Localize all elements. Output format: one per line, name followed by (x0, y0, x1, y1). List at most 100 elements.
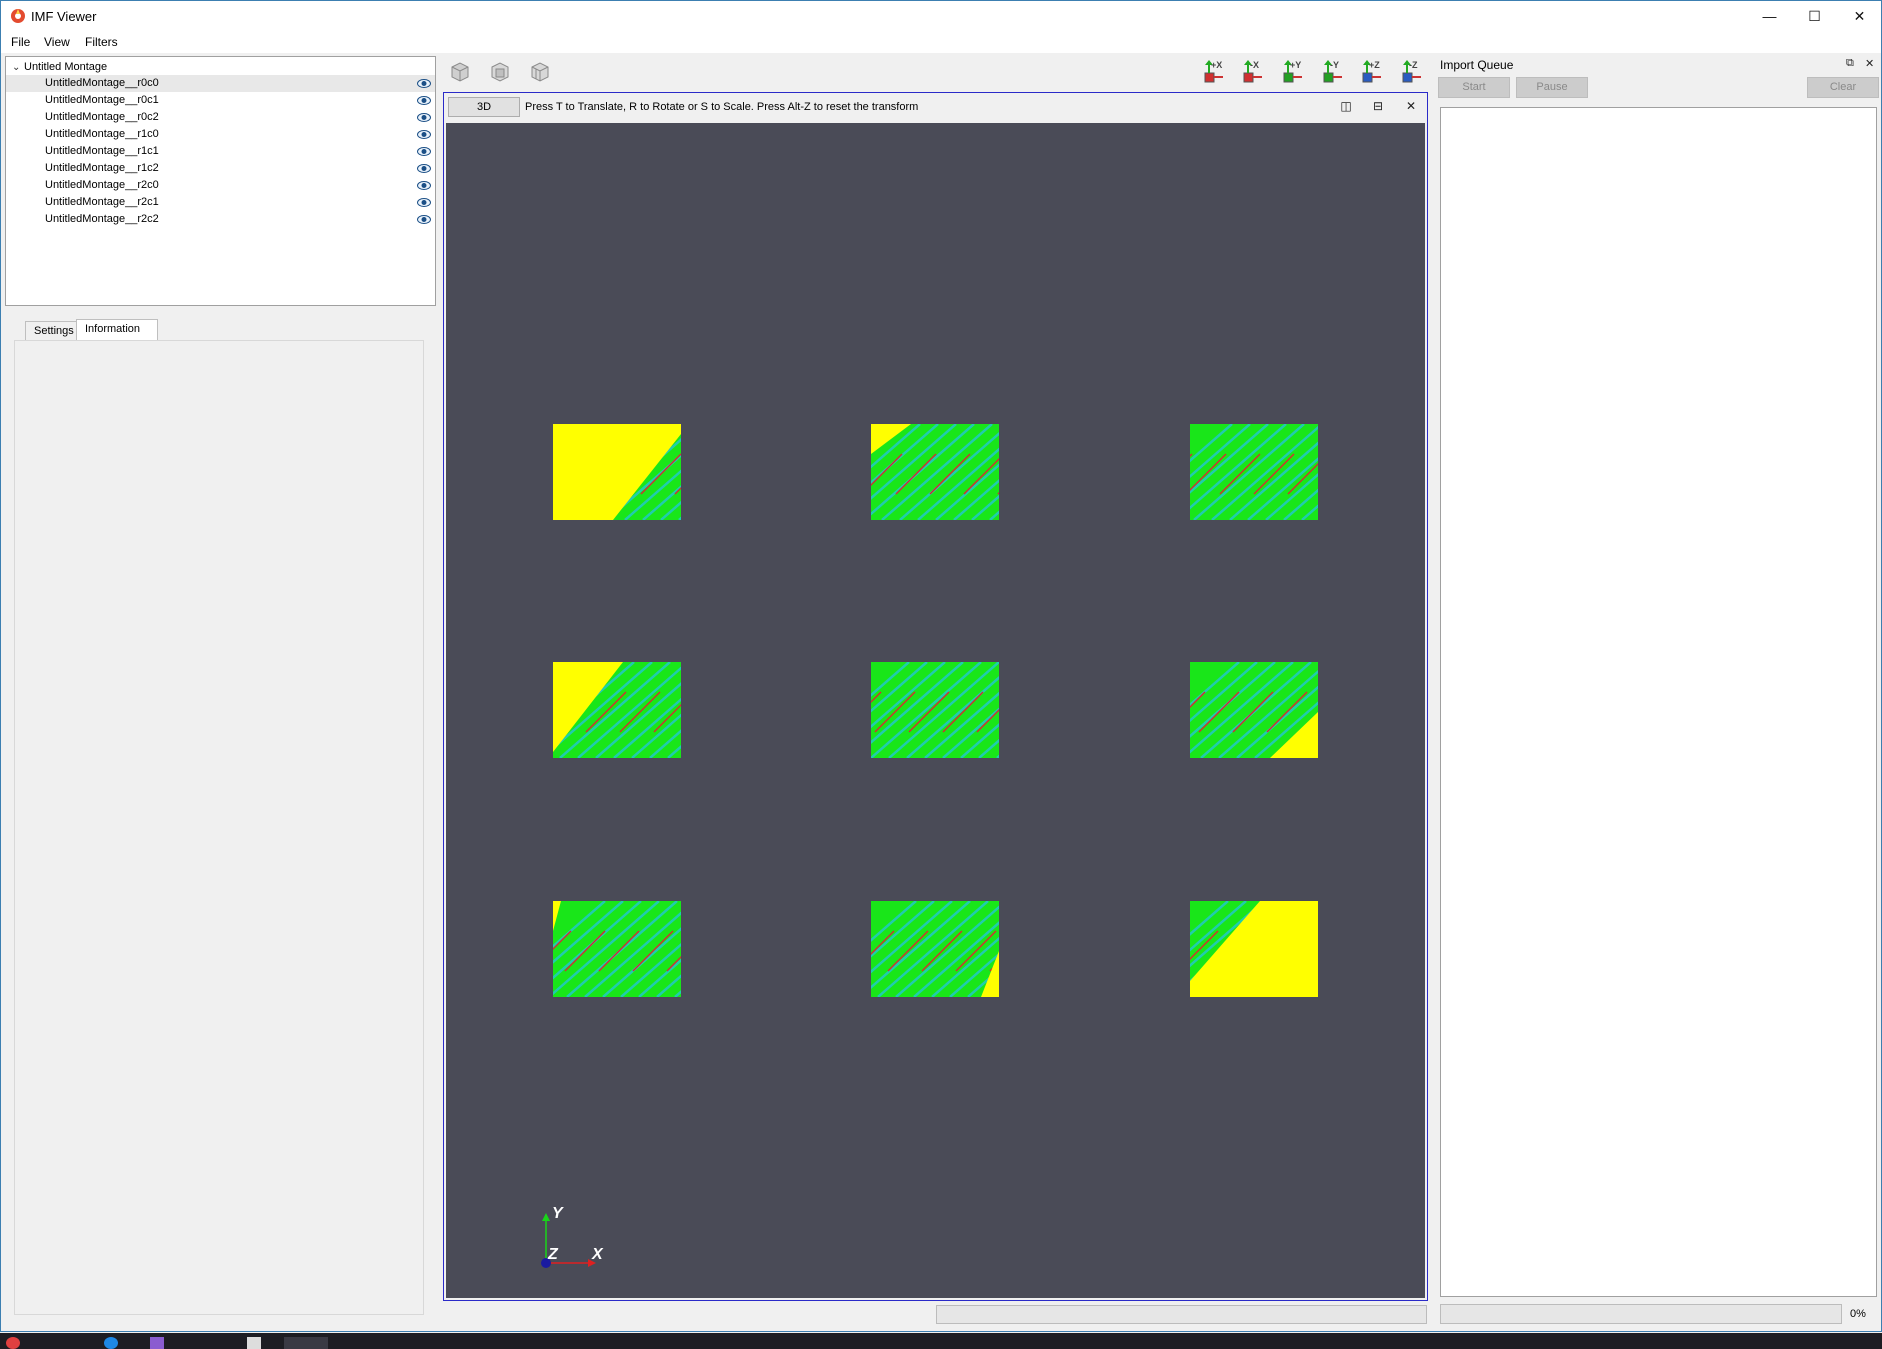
minimize-button[interactable]: — (1747, 1, 1792, 31)
render-viewport: 3D Press T to Translate, R to Rotate or … (443, 92, 1428, 1301)
axis-button-minus-y[interactable]: -Y (1316, 59, 1346, 85)
tree-item[interactable]: UntitledMontage__r2c2 (6, 211, 435, 228)
taskbar-active-app-icon[interactable] (284, 1337, 328, 1349)
tree-item-label: UntitledMontage__r0c1 (45, 94, 159, 106)
menu-view[interactable]: View (44, 35, 70, 49)
visibility-eye-icon[interactable] (417, 146, 431, 157)
tree-item-label: UntitledMontage__r2c2 (45, 213, 159, 225)
viewport-header: 3D Press T to Translate, R to Rotate or … (444, 93, 1427, 121)
tree-item-list: UntitledMontage__r0c0 UntitledMontage__r0… (6, 75, 435, 228)
start-button[interactable]: Start (1438, 77, 1510, 98)
orientation-axes-icon (541, 1213, 596, 1268)
tree-item-label: UntitledMontage__r1c2 (45, 162, 159, 174)
tree-item[interactable]: UntitledMontage__r0c0 (6, 75, 435, 92)
information-panel (14, 340, 424, 1315)
tree-root-montage[interactable]: ⌄ Untitled Montage (12, 59, 107, 75)
maximize-button[interactable]: ☐ (1792, 1, 1837, 31)
chevron-down-icon[interactable]: ⌄ (12, 62, 24, 73)
os-taskbar (0, 1333, 1882, 1349)
visibility-eye-icon[interactable] (417, 163, 431, 174)
transform-hint: Press T to Translate, R to Rotate or S t… (525, 101, 919, 113)
menu-filters[interactable]: Filters (85, 35, 118, 49)
cube-view-icon[interactable] (448, 61, 472, 83)
taskbar-notepad-icon[interactable] (247, 1337, 261, 1349)
taskbar-app-icon[interactable] (6, 1337, 20, 1349)
tree-item[interactable]: UntitledMontage__r1c1 (6, 143, 435, 160)
tree-item-label: UntitledMontage__r0c2 (45, 111, 159, 123)
axis-x-label: X (592, 1246, 603, 1263)
dataset-tree[interactable]: ⌄ Untitled Montage UntitledMontage__r0c0… (5, 56, 436, 306)
montage-tile-r1c0[interactable] (553, 662, 681, 758)
axis-button-label: +Y (1290, 60, 1302, 70)
split-vertical-icon[interactable]: ◫ (1339, 99, 1353, 113)
tab-settings-label: Settings (34, 325, 74, 337)
tree-item[interactable]: UntitledMontage__r1c2 (6, 160, 435, 177)
tree-item[interactable]: UntitledMontage__r0c2 (6, 109, 435, 126)
viewport-progress-bar (936, 1305, 1427, 1324)
import-progress-bar (1440, 1304, 1842, 1324)
taskbar-vs-icon[interactable] (150, 1337, 164, 1349)
axis-z-label: Z (548, 1246, 558, 1263)
visibility-eye-icon[interactable] (417, 214, 431, 225)
menu-bar: File View Filters (1, 31, 1881, 53)
montage-tile-r2c2[interactable] (1190, 901, 1318, 997)
tree-item[interactable]: UntitledMontage__r0c1 (6, 92, 435, 109)
montage-tile-r2c0[interactable] (553, 901, 681, 997)
menu-file[interactable]: File (11, 35, 30, 49)
axis-button-plusminus-y[interactable]: +Y (1276, 59, 1306, 85)
tree-item[interactable]: UntitledMontage__r2c0 (6, 177, 435, 194)
axis-button-label: -Z (1409, 60, 1418, 70)
axis-button-label: -Y (1330, 60, 1339, 70)
close-button[interactable]: ✕ (1837, 1, 1882, 31)
visibility-eye-icon[interactable] (417, 180, 431, 191)
taskbar-browser-icon[interactable] (104, 1337, 118, 1349)
montage-tile-r0c2[interactable] (1190, 424, 1318, 520)
axis-button-plusminus-z[interactable]: +Z (1355, 59, 1385, 85)
tree-item-label: UntitledMontage__r2c1 (45, 196, 159, 208)
close-panel-icon[interactable]: ✕ (1865, 57, 1874, 70)
minimize-icon: — (1762, 8, 1777, 24)
pause-button[interactable]: Pause (1516, 77, 1588, 98)
import-queue-list[interactable] (1440, 107, 1877, 1297)
float-panel-icon[interactable]: ⧉ (1846, 57, 1854, 70)
split-horizontal-icon[interactable]: ⊟ (1371, 99, 1385, 113)
tree-item[interactable]: UntitledMontage__r2c1 (6, 194, 435, 211)
montage-tile-r1c2[interactable] (1190, 662, 1318, 758)
axis-button-label: +Z (1369, 60, 1380, 70)
close-viewport-icon[interactable]: ✕ (1404, 99, 1418, 113)
montage-tile-r2c1[interactable] (871, 901, 999, 997)
app-logo-icon (11, 9, 25, 23)
tree-item[interactable]: UntitledMontage__r1c0 (6, 126, 435, 143)
title-bar: IMF Viewer — ☐ ✕ (1, 1, 1881, 31)
import-queue-title: Import Queue (1440, 58, 1514, 72)
window-title: IMF Viewer (31, 9, 97, 24)
cube-iso-icon[interactable] (528, 61, 552, 83)
visibility-eye-icon[interactable] (417, 129, 431, 140)
axis-button-label: -X (1250, 60, 1259, 70)
orientation-axes: Y X Z (536, 1203, 616, 1283)
visibility-eye-icon[interactable] (417, 112, 431, 123)
tab-information[interactable]: Information (76, 319, 158, 341)
view-mode-3d-button[interactable]: 3D (448, 97, 520, 117)
clear-button[interactable]: Clear (1807, 77, 1879, 98)
render-canvas[interactable]: Y X Z (446, 123, 1425, 1298)
montage-tile-r0c1[interactable] (871, 424, 999, 520)
tree-item-label: UntitledMontage__r2c0 (45, 179, 159, 191)
montage-tile-r0c0[interactable] (553, 424, 681, 520)
tree-item-label: UntitledMontage__r1c0 (45, 128, 159, 140)
tree-root-label: Untitled Montage (24, 61, 108, 73)
tree-item-label: UntitledMontage__r1c1 (45, 145, 159, 157)
maximize-icon: ☐ (1808, 7, 1821, 24)
axis-button-plusminus-x[interactable]: +X (1197, 59, 1227, 85)
axis-button-minus-z[interactable]: -Z (1395, 59, 1425, 85)
app-window: IMF Viewer — ☐ ✕ File View Filters ⌄ Unt… (0, 0, 1882, 1332)
visibility-eye-icon[interactable] (417, 95, 431, 106)
axis-y-label: Y (552, 1205, 563, 1222)
visibility-eye-icon[interactable] (417, 78, 431, 89)
import-queue-header: Import Queue ⧉ ✕ (1435, 56, 1881, 74)
tree-item-label: UntitledMontage__r0c0 (45, 77, 159, 89)
visibility-eye-icon[interactable] (417, 197, 431, 208)
cube-front-icon[interactable] (488, 61, 512, 83)
axis-button-minus-x[interactable]: -X (1236, 59, 1266, 85)
montage-tile-r1c1[interactable] (871, 662, 999, 758)
